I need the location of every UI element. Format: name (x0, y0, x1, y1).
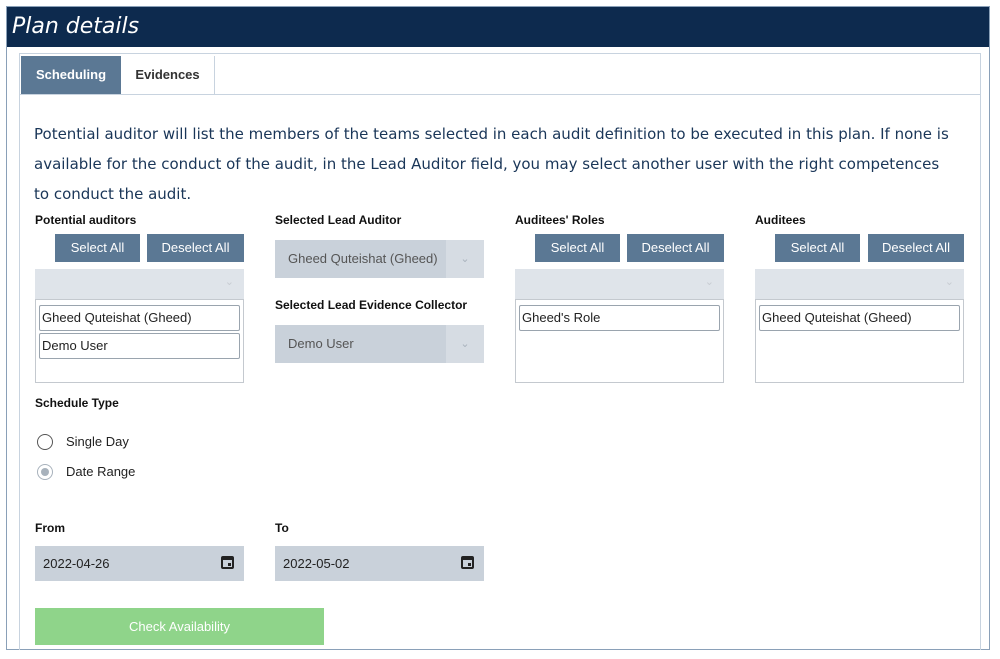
auditees-roles-deselect-all-button[interactable]: Deselect All (627, 234, 724, 262)
list-item[interactable]: Gheed's Role (519, 305, 720, 331)
check-availability-button[interactable]: Check Availability (35, 608, 324, 645)
list-item[interactable]: Gheed Quteishat (Gheed) (39, 305, 240, 331)
chevron-down-icon: ⌄ (224, 276, 234, 288)
list-item[interactable]: Demo User (39, 333, 240, 359)
potential-auditors-filter[interactable]: ⌄ (35, 269, 244, 299)
lead-evidence-collector-select[interactable]: Demo User ⌄ (275, 325, 484, 363)
lead-auditor-value: Gheed Quteishat (Gheed) (288, 251, 438, 266)
calendar-icon[interactable] (461, 556, 474, 569)
auditees-list[interactable]: Gheed Quteishat (Gheed) (755, 299, 964, 383)
chevron-down-icon: ⌄ (446, 240, 484, 278)
tab-scheduling[interactable]: Scheduling (21, 56, 121, 94)
lead-evidence-collector-value: Demo User (288, 336, 354, 351)
page-title: Plan details (7, 7, 989, 47)
lead-auditor-label: Selected Lead Auditor (275, 213, 402, 227)
potential-auditors-select-all-button[interactable]: Select All (55, 234, 140, 262)
single-day-label: Single Day (66, 434, 129, 449)
to-label: To (275, 521, 289, 535)
from-date-value: 2022-04-26 (43, 556, 110, 571)
from-date-input[interactable]: 2022-04-26 (35, 546, 244, 581)
auditees-deselect-all-button[interactable]: Deselect All (868, 234, 964, 262)
auditees-roles-label: Auditees' Roles (515, 213, 605, 227)
intro-text: Potential auditor will list the members … (34, 125, 949, 203)
date-range-radio[interactable] (37, 464, 53, 480)
tab-evidences[interactable]: Evidences (121, 56, 215, 94)
auditees-roles-list[interactable]: Gheed's Role (515, 299, 724, 383)
auditees-filter[interactable]: ⌄ (755, 269, 964, 299)
scheduling-content: Potential auditor will list the members … (19, 95, 981, 650)
chevron-down-icon: ⌄ (446, 325, 484, 363)
single-day-radio[interactable] (37, 434, 53, 450)
auditees-roles-select-all-button[interactable]: Select All (535, 234, 620, 262)
auditees-label: Auditees (755, 213, 806, 227)
schedule-type-label: Schedule Type (35, 396, 119, 410)
list-item[interactable]: Gheed Quteishat (Gheed) (759, 305, 960, 331)
tab-strip: Scheduling Evidences (19, 53, 981, 95)
plan-details-panel: Plan details Scheduling Evidences Potent… (6, 6, 990, 650)
to-date-input[interactable]: 2022-05-02 (275, 546, 484, 581)
chevron-down-icon: ⌄ (704, 276, 714, 288)
lead-auditor-select[interactable]: Gheed Quteishat (Gheed) ⌄ (275, 240, 484, 278)
date-range-label: Date Range (66, 464, 136, 479)
to-date-value: 2022-05-02 (283, 556, 350, 571)
auditees-roles-filter[interactable]: ⌄ (515, 269, 724, 299)
lead-evidence-collector-label: Selected Lead Evidence Collector (275, 298, 468, 312)
potential-auditors-label: Potential auditors (35, 213, 137, 227)
chevron-down-icon: ⌄ (944, 276, 954, 288)
potential-auditors-deselect-all-button[interactable]: Deselect All (147, 234, 244, 262)
calendar-icon[interactable] (221, 556, 234, 569)
from-label: From (35, 521, 65, 535)
auditees-select-all-button[interactable]: Select All (775, 234, 860, 262)
potential-auditors-list[interactable]: Gheed Quteishat (Gheed) Demo User (35, 299, 244, 383)
